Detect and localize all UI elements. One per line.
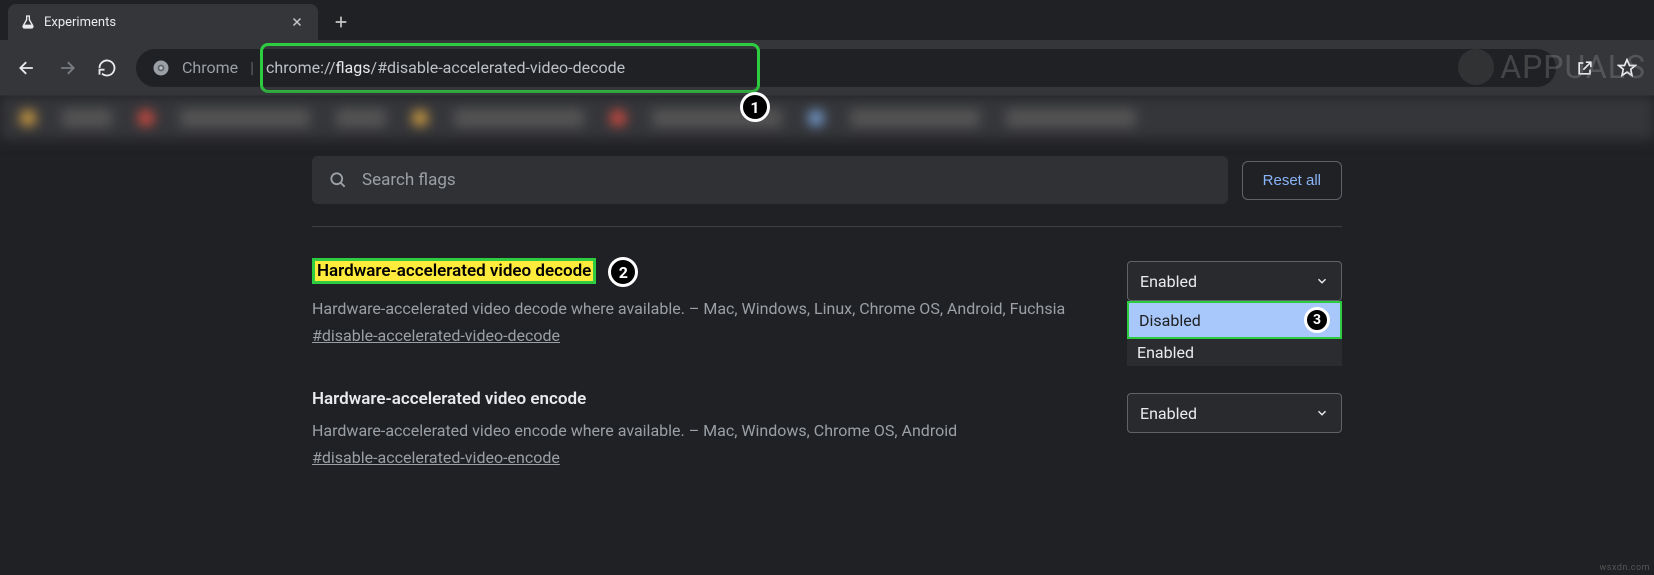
reload-button[interactable] xyxy=(90,51,124,85)
close-icon[interactable] xyxy=(288,13,306,31)
new-tab-button[interactable] xyxy=(326,7,356,37)
flag-description: Hardware-accelerated video decode where … xyxy=(312,297,1097,320)
flag-item: Hardware-accelerated video decode 2 Hard… xyxy=(312,257,1342,345)
select-value: Enabled xyxy=(1140,272,1197,291)
chevron-down-icon xyxy=(1315,274,1329,288)
flag-description: Hardware-accelerated video encode where … xyxy=(312,419,1097,442)
option-disabled[interactable]: Disabled 3 xyxy=(1127,301,1342,339)
flag-title: Hardware-accelerated video decode xyxy=(312,258,596,284)
option-enabled[interactable]: Enabled xyxy=(1127,339,1342,366)
annotation-badge-1: 1 xyxy=(740,92,770,122)
search-icon xyxy=(328,170,348,190)
omnibox-url: chrome://flags/#disable-accelerated-vide… xyxy=(266,58,625,77)
search-placeholder: Search flags xyxy=(362,170,456,190)
reset-all-button[interactable]: Reset all xyxy=(1242,161,1342,200)
source-credit: wsxdn.com xyxy=(1600,563,1650,573)
page-content: Search flags Reset all Hardware-accelera… xyxy=(0,140,1654,575)
bookmark-bar xyxy=(0,96,1654,140)
star-icon[interactable] xyxy=(1610,51,1644,85)
share-icon[interactable] xyxy=(1568,51,1602,85)
browser-tab[interactable]: Experiments xyxy=(8,4,318,40)
browser-toolbar: Chrome | chrome://flags/#disable-acceler… xyxy=(0,40,1654,96)
back-button[interactable] xyxy=(10,51,44,85)
flask-icon xyxy=(20,14,36,30)
flag-select[interactable]: Enabled xyxy=(1127,393,1342,433)
address-bar[interactable]: Chrome | chrome://flags/#disable-acceler… xyxy=(136,49,1556,87)
chrome-icon xyxy=(152,59,170,77)
forward-button[interactable] xyxy=(50,51,84,85)
search-flags-input[interactable]: Search flags xyxy=(312,156,1228,204)
tab-title: Experiments xyxy=(44,15,280,30)
flag-hash-link[interactable]: #disable-accelerated-video-encode xyxy=(312,448,560,467)
flag-select-dropdown: Disabled 3 Enabled xyxy=(1127,301,1342,366)
flag-select[interactable]: Enabled xyxy=(1127,261,1342,301)
tab-strip: Experiments xyxy=(0,0,1654,40)
omnibox-protocol-label: Chrome xyxy=(182,58,238,77)
select-value: Enabled xyxy=(1140,404,1197,423)
annotation-badge-2: 2 xyxy=(608,257,638,287)
flag-item: Hardware-accelerated video encode Hardwa… xyxy=(312,389,1342,467)
flag-title: Hardware-accelerated video encode xyxy=(312,389,586,409)
flag-hash-link[interactable]: #disable-accelerated-video-decode xyxy=(312,326,560,345)
chevron-down-icon xyxy=(1315,406,1329,420)
annotation-badge-3: 3 xyxy=(1304,307,1330,333)
